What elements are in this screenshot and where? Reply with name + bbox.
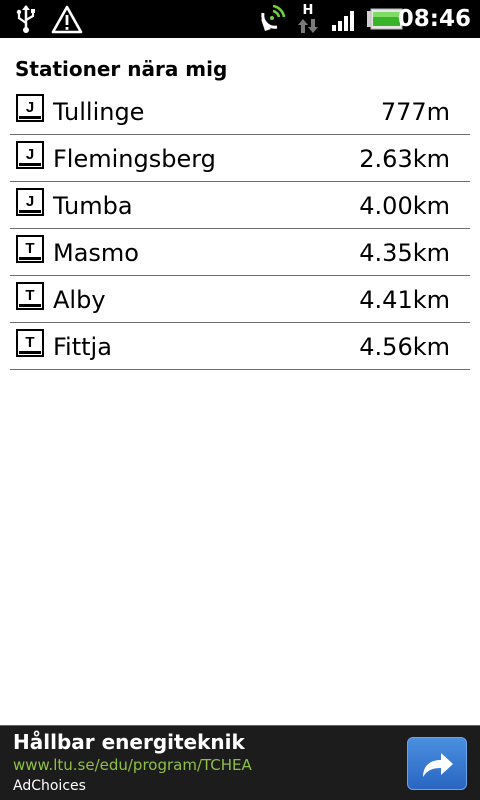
svg-text:J: J	[26, 146, 34, 163]
station-name: Masmo	[53, 239, 139, 267]
ad-url[interactable]: www.ltu.se/edu/program/TCHEA	[13, 756, 252, 774]
station-distance: 2.63km	[359, 145, 450, 173]
metro-icon: T	[16, 235, 44, 263]
warning-icon	[50, 0, 84, 38]
gps-icon	[256, 0, 286, 38]
station-distance: 4.41km	[359, 286, 450, 314]
network-type-label: H	[302, 2, 314, 18]
signal-icon	[330, 0, 360, 38]
page-title: Stationer nära mig	[15, 57, 228, 81]
svg-text:J: J	[26, 193, 34, 210]
station-row-flemingsberg[interactable]: J Flemingsberg 2.63km	[10, 135, 470, 182]
station-row-masmo[interactable]: T Masmo 4.35km	[10, 229, 470, 276]
commuter-train-icon: J	[16, 188, 44, 216]
ad-open-button[interactable]	[407, 737, 467, 790]
station-list: J Tullinge 777m J Flemingsberg 2.63km J …	[10, 88, 470, 370]
station-name: Tumba	[53, 192, 133, 220]
svg-text:T: T	[25, 240, 34, 257]
station-name: Flemingsberg	[53, 145, 216, 173]
station-distance: 4.56km	[359, 333, 450, 361]
metro-icon: T	[16, 329, 44, 357]
svg-text:T: T	[25, 287, 34, 304]
share-arrow-icon	[423, 752, 453, 777]
station-row-fittja[interactable]: T Fittja 4.56km	[10, 323, 470, 370]
station-name: Fittja	[53, 333, 112, 361]
status-bar: H 08:46	[0, 0, 480, 38]
station-row-tumba[interactable]: J Tumba 4.00km	[10, 182, 470, 229]
station-name: Alby	[53, 286, 106, 314]
svg-text:J: J	[26, 99, 34, 116]
station-name: Tullinge	[53, 98, 145, 126]
commuter-train-icon: J	[16, 141, 44, 169]
station-distance: 4.00km	[359, 192, 450, 220]
ad-banner[interactable]: Hållbar energiteknik www.ltu.se/edu/prog…	[0, 725, 480, 800]
ad-choices-link[interactable]: AdChoices	[13, 778, 86, 794]
station-row-alby[interactable]: T Alby 4.41km	[10, 276, 470, 323]
ad-title[interactable]: Hållbar energiteknik	[13, 730, 245, 754]
commuter-train-icon: J	[16, 94, 44, 122]
station-distance: 777m	[380, 98, 450, 126]
station-distance: 4.35km	[359, 239, 450, 267]
station-row-tullinge[interactable]: J Tullinge 777m	[10, 88, 470, 135]
usb-icon	[14, 0, 38, 38]
clock: 08:46	[397, 6, 471, 32]
svg-text:T: T	[25, 334, 34, 351]
network-hspa-icon: H	[296, 0, 320, 38]
metro-icon: T	[16, 282, 44, 310]
